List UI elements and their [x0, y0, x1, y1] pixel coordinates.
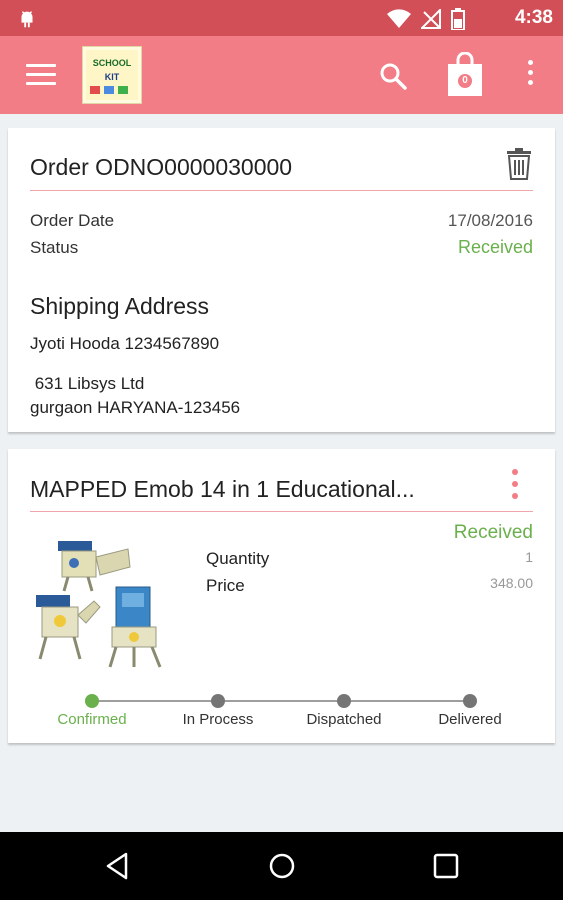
- shipping-address-title: Shipping Address: [30, 293, 210, 319]
- price-label: Price: [206, 576, 245, 595]
- product-image[interactable]: [30, 527, 180, 669]
- address-line-2: gurgaon HARYANA-123456: [30, 398, 241, 417]
- home-icon[interactable]: [266, 850, 298, 882]
- android-notification-icon: [21, 11, 33, 28]
- progress-label-in-process: In Process: [182, 711, 254, 728]
- order-date-label: Order Date: [30, 211, 115, 230]
- progress-dot-delivered: [463, 694, 477, 708]
- menu-icon[interactable]: [26, 64, 56, 86]
- shipping-name-phone: Jyoti Hooda 1234567890: [30, 334, 220, 353]
- quantity-label: Quantity: [206, 549, 270, 568]
- logo-image: SCHOOL KIT: [86, 50, 138, 100]
- progress-line: [92, 700, 470, 702]
- progress-dot-in-process: [211, 694, 225, 708]
- order-card: Order ODNO0000030000 Order Date 17/08/20…: [8, 128, 555, 432]
- back-icon[interactable]: [102, 850, 134, 882]
- progress-label-delivered: Delivered: [438, 711, 502, 728]
- title-divider: [30, 190, 533, 191]
- item-title-divider: [30, 511, 533, 512]
- app-logo[interactable]: SCHOOL KIT: [82, 46, 142, 104]
- svg-text:SCHOOL: SCHOOL: [93, 58, 132, 68]
- clock: 4:38: [514, 7, 553, 28]
- order-item-card: MAPPED Emob 14 in 1 Educational... Recei…: [8, 449, 555, 743]
- address-line-1: 631 Libsys Ltd: [30, 374, 145, 393]
- more-vert-icon[interactable]: [524, 60, 536, 90]
- system-nav-bar: [0, 832, 563, 900]
- search-icon[interactable]: [377, 60, 409, 92]
- delete-icon[interactable]: [505, 148, 533, 180]
- item-status: Received: [453, 522, 533, 543]
- status-bar: 4:38: [0, 0, 563, 36]
- cart-count-badge: 0: [458, 74, 472, 88]
- price-value: 348.00: [490, 575, 533, 591]
- no-signal-icon: [421, 9, 441, 29]
- shopping-bag-icon[interactable]: 0: [446, 51, 484, 98]
- order-date-value: 17/08/2016: [447, 211, 533, 230]
- wifi-icon: [387, 9, 411, 28]
- recents-icon[interactable]: [430, 850, 462, 882]
- progress-label-confirmed: Confirmed: [57, 711, 127, 728]
- item-title[interactable]: MAPPED Emob 14 in 1 Educational...: [30, 476, 415, 503]
- status-label: Status: [30, 238, 79, 257]
- battery-icon: [451, 8, 465, 30]
- progress-dot-confirmed: [85, 694, 99, 708]
- item-more-icon[interactable]: [510, 469, 520, 503]
- quantity-value: 1: [525, 549, 533, 565]
- progress-label-dispatched: Dispatched: [306, 711, 382, 728]
- order-title: Order ODNO0000030000: [30, 154, 293, 180]
- svg-text:KIT: KIT: [105, 72, 120, 82]
- content-background: [0, 760, 563, 832]
- progress-dot-dispatched: [337, 694, 351, 708]
- status-value: Received: [457, 237, 533, 257]
- app-bar: SCHOOL KIT 0: [0, 36, 563, 114]
